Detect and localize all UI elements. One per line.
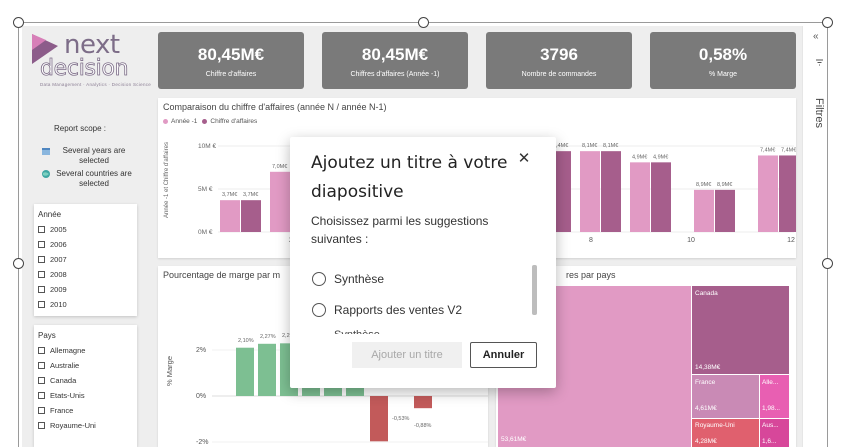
resize-handle-top-right[interactable] <box>822 17 833 28</box>
add-title-dialog: Ajoutez un titre à votre diapositive ✕ C… <box>290 137 556 388</box>
cancel-button[interactable]: Annuler <box>470 342 537 368</box>
radio-button[interactable] <box>312 272 326 286</box>
options-scrollbar[interactable] <box>532 265 537 315</box>
add-title-button[interactable]: Ajouter un titre <box>352 342 462 368</box>
suggestion-label: Rapports des ventes V2 <box>334 303 463 317</box>
dialog-title: Ajoutez un titre à votre diapositive <box>311 153 508 202</box>
resize-handle-top[interactable] <box>418 17 429 28</box>
canvas: next decision Data Management · Analytic… <box>0 0 857 447</box>
suggestion-label: Synthèse <box>334 272 385 286</box>
dialog-subtitle: Choisissez parmi les suggestions suivant… <box>311 214 489 246</box>
resize-handle-top-left[interactable] <box>13 17 24 28</box>
resize-handle-right[interactable] <box>822 258 833 269</box>
suggestion-label-partial[interactable]: Synthèse <box>334 328 380 334</box>
suggestion-option[interactable]: Synthèse <box>312 272 384 286</box>
radio-button[interactable] <box>312 303 326 317</box>
resize-handle-left[interactable] <box>13 258 24 269</box>
close-icon[interactable]: ✕ <box>516 151 532 167</box>
suggestion-option[interactable]: Rapports des ventes V2 <box>312 303 462 317</box>
